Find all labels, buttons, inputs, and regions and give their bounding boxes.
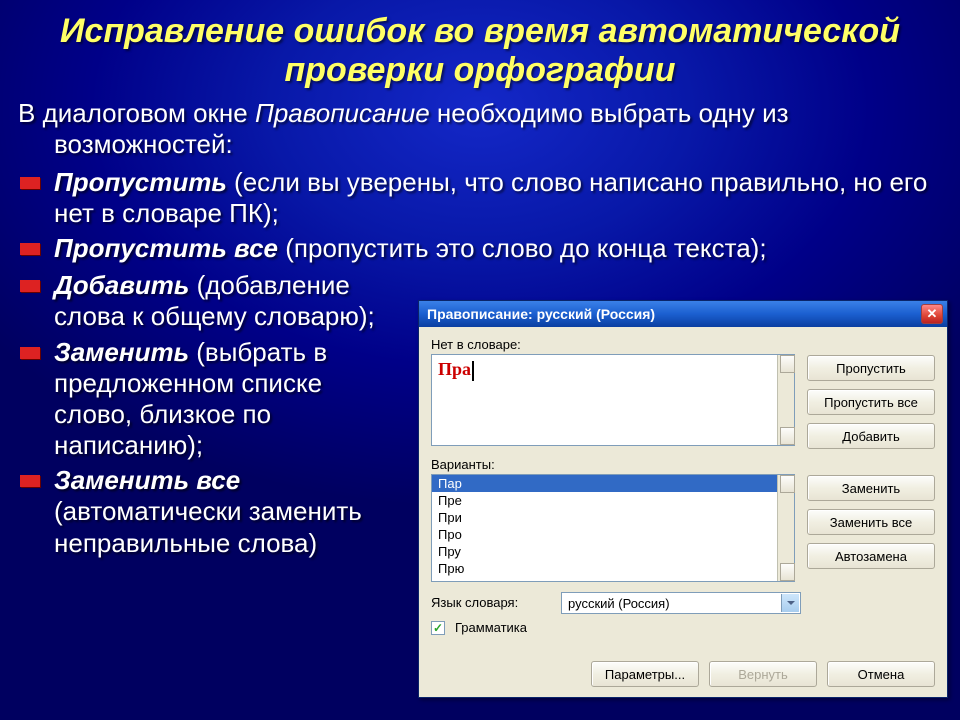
intro-italic-term: Правописание bbox=[255, 98, 430, 128]
bullet-term: Заменить все bbox=[54, 465, 240, 495]
not-in-dict-label: Нет в словаре: bbox=[431, 337, 795, 352]
replace-all-button[interactable]: Заменить все bbox=[807, 509, 935, 535]
bullet-item: Пропустить (если вы уверены, что слово н… bbox=[18, 167, 942, 229]
grammar-checkbox[interactable]: ✓ bbox=[431, 621, 445, 635]
list-item[interactable]: Пре bbox=[432, 492, 794, 509]
close-icon[interactable]: ✕ bbox=[921, 304, 943, 324]
lang-label: Язык словаря: bbox=[431, 595, 551, 610]
bullet-term: Пропустить bbox=[54, 167, 227, 197]
options-button[interactable]: Параметры... bbox=[591, 661, 699, 687]
list-item[interactable]: Про bbox=[432, 526, 794, 543]
bullet-rest: (автоматически заменить неправильные сло… bbox=[54, 496, 362, 557]
bullet-item: Заменить (выбрать в предложенном списке … bbox=[18, 337, 398, 462]
language-value: русский (Россия) bbox=[568, 596, 670, 611]
not-in-dict-textbox[interactable]: Пра bbox=[431, 354, 795, 446]
bullet-term: Пропустить все bbox=[54, 233, 278, 263]
variants-listbox[interactable]: Пар Пре При Про Пру Прю bbox=[431, 474, 795, 582]
bullet-rest: (пропустить это слово до конца текста); bbox=[278, 233, 767, 263]
list-item[interactable]: Пру bbox=[432, 543, 794, 560]
bullet-term: Добавить bbox=[54, 270, 189, 300]
skip-all-button[interactable]: Пропустить все bbox=[807, 389, 935, 415]
dialog-title: Правописание: русский (Россия) bbox=[427, 306, 655, 322]
bullet-item: Добавить (добавление слова к общему слов… bbox=[18, 270, 398, 332]
intro-prefix: В диалоговом окне bbox=[18, 98, 255, 128]
undo-button: Вернуть bbox=[709, 661, 817, 687]
cancel-button[interactable]: Отмена bbox=[827, 661, 935, 687]
scrollbar[interactable] bbox=[777, 355, 794, 445]
dialog-titlebar[interactable]: Правописание: русский (Россия) ✕ bbox=[419, 301, 947, 327]
spellcheck-dialog: Правописание: русский (Россия) ✕ Нет в с… bbox=[418, 300, 948, 698]
add-button[interactable]: Добавить bbox=[807, 423, 935, 449]
variants-label: Варианты: bbox=[431, 457, 795, 472]
chevron-down-icon[interactable] bbox=[781, 594, 799, 612]
bullet-item: Заменить все (автоматически заменить неп… bbox=[18, 465, 398, 559]
skip-button[interactable]: Пропустить bbox=[807, 355, 935, 381]
bullet-item: Пропустить все (пропустить это слово до … bbox=[18, 233, 942, 264]
slide-title: Исправление ошибок во время автоматическ… bbox=[0, 0, 960, 98]
bullet-term: Заменить bbox=[54, 337, 189, 367]
replace-button[interactable]: Заменить bbox=[807, 475, 935, 501]
grammar-label: Грамматика bbox=[455, 620, 527, 635]
misspelled-word: Пра bbox=[438, 359, 471, 379]
scrollbar[interactable] bbox=[777, 475, 794, 581]
list-item[interactable]: Прю bbox=[432, 560, 794, 577]
list-item[interactable]: При bbox=[432, 509, 794, 526]
language-combo[interactable]: русский (Россия) bbox=[561, 592, 801, 614]
list-item[interactable]: Пар bbox=[432, 475, 794, 492]
autocorrect-button[interactable]: Автозамена bbox=[807, 543, 935, 569]
intro-text: В диалоговом окне Правописание необходим… bbox=[18, 98, 942, 160]
